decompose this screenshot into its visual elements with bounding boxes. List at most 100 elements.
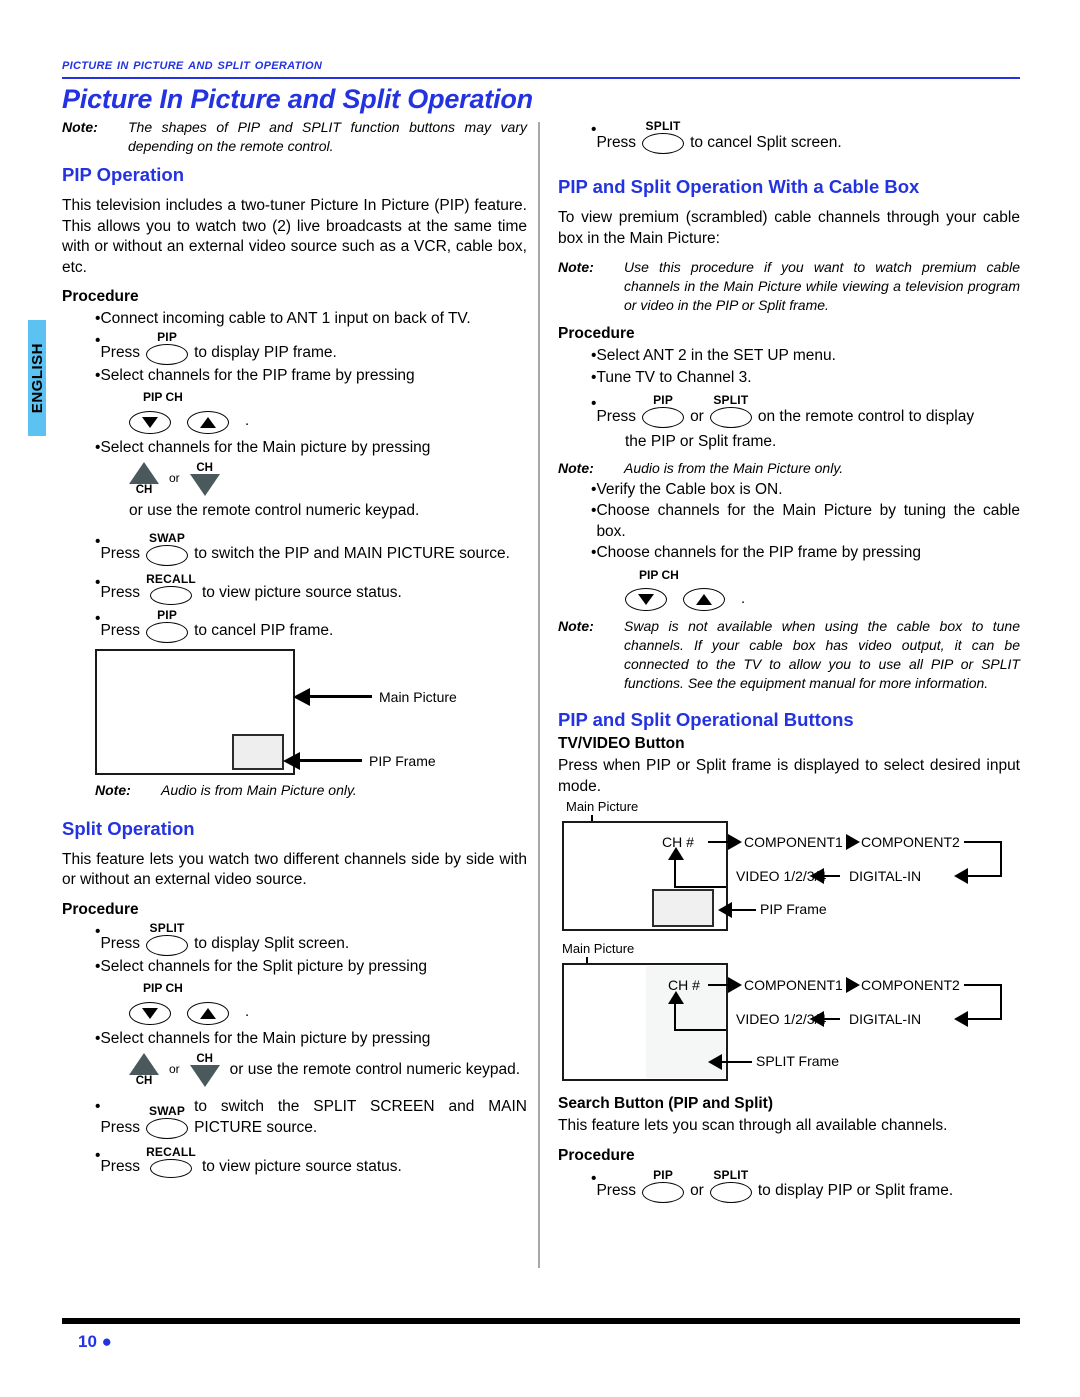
pip-procedure-steps-3: • Press SWAP to switch the PIP and MAIN … bbox=[62, 532, 527, 643]
component2-label: COMPONENT2 bbox=[861, 834, 960, 850]
heading-operational-buttons: PIP and Split Operational Buttons bbox=[558, 709, 854, 730]
split-button-icon[interactable]: SPLIT bbox=[709, 394, 752, 428]
cable-pip-ch-button-group: PIP CH . bbox=[558, 565, 1020, 611]
triangle-down-icon bbox=[638, 594, 654, 605]
arrow-shaft bbox=[732, 909, 756, 912]
oval-shape bbox=[146, 621, 189, 643]
arrow-shaft bbox=[964, 841, 1002, 844]
bullet-icon: • bbox=[591, 502, 597, 519]
pip-button-caption: PIP bbox=[157, 329, 178, 344]
split-ch-triangles-group: CH or CH or use the remote control numer… bbox=[62, 1053, 527, 1087]
top-note-text: The shapes of PIP and SPLIT function but… bbox=[128, 119, 527, 154]
heading-split-operation: Split Operation bbox=[62, 817, 195, 839]
step-text: Press bbox=[100, 1118, 141, 1136]
bullet-icon: • bbox=[95, 957, 101, 975]
search-procedure-heading: Procedure bbox=[558, 1146, 635, 1164]
ch-down-button-icon[interactable]: CH bbox=[189, 1053, 220, 1087]
split-button-icon[interactable]: SPLIT bbox=[146, 922, 189, 956]
list-item: • Tune TV to Channel 3. bbox=[558, 368, 1020, 389]
pip-cancel-button-icon[interactable]: PIP bbox=[146, 607, 189, 643]
component1-label: COMPONENT1 bbox=[744, 834, 843, 850]
step-text: Choose channels for the PIP frame by pre… bbox=[596, 544, 921, 561]
step-text: Press bbox=[100, 344, 141, 361]
language-tab-english: ENGLISH bbox=[28, 320, 46, 436]
pip-button-caption: PIP bbox=[653, 393, 674, 407]
step-text-tail: to display PIP frame. bbox=[194, 344, 337, 361]
triangle-down-icon bbox=[189, 1065, 220, 1087]
step-text: Select channels for the Main picture by … bbox=[100, 438, 431, 456]
step-text-tail: to display PIP or Split frame. bbox=[757, 1182, 954, 1199]
page-folio: 10 ● bbox=[78, 1332, 112, 1352]
arrow-shaft bbox=[300, 759, 362, 762]
note-text: Audio is from Main Picture only. bbox=[161, 781, 357, 798]
split-button-caption: SPLIT bbox=[645, 119, 681, 133]
keypad-note: or use the remote control numeric keypad… bbox=[129, 502, 420, 519]
bullet-icon: • bbox=[95, 573, 101, 591]
ch-up-button-icon[interactable]: CH bbox=[129, 462, 159, 496]
ch-down-button-icon[interactable]: CH bbox=[189, 462, 220, 496]
pip-inset-box bbox=[652, 889, 714, 927]
folio-bullet-icon: ● bbox=[101, 1332, 112, 1351]
oval-shape bbox=[129, 1001, 171, 1025]
oval-shape bbox=[709, 407, 752, 428]
swap-button-icon[interactable]: SWAP bbox=[146, 532, 189, 566]
bullet-icon: • bbox=[95, 438, 101, 456]
swap-button-caption: SWAP bbox=[148, 1104, 186, 1118]
or-label: or bbox=[690, 1182, 704, 1199]
list-item: • Press SPLIT to cancel Split screen. bbox=[558, 120, 1020, 154]
step-text: Press bbox=[596, 407, 637, 425]
pip-procedure-steps: • Connect incoming cable to ANT 1 input … bbox=[62, 309, 527, 386]
arrow-shaft bbox=[674, 856, 677, 888]
pip-input-mode-diagram: Main Picture CH # COMPONENT1 COMPONENT2 … bbox=[558, 799, 1020, 935]
triangle-up-icon bbox=[129, 1053, 159, 1075]
pip-ch-down-button-icon[interactable] bbox=[625, 588, 667, 611]
list-item: • Select channels for the PIP frame by p… bbox=[62, 366, 527, 387]
pip-button-icon[interactable]: PIP bbox=[642, 393, 685, 428]
step-text: Press bbox=[596, 1182, 637, 1199]
split-button-icon[interactable]: SPLIT bbox=[709, 1169, 752, 1203]
main-picture-label: Main Picture bbox=[562, 941, 635, 956]
step-text: Press bbox=[100, 622, 141, 639]
split-procedure-heading: Procedure bbox=[62, 900, 139, 918]
list-item: • Press PIP or SPLIT to display PIP or S… bbox=[558, 1169, 1020, 1203]
document-page: Picture In Picture and Split Operation P… bbox=[0, 0, 1080, 1397]
pip-button-caption: PIP bbox=[157, 607, 178, 622]
digital-in-label: DIGITAL-IN bbox=[849, 868, 922, 884]
step-text: Select channels for the Split picture by… bbox=[100, 957, 427, 975]
pip-ch-up-button-icon[interactable] bbox=[187, 410, 229, 434]
swap-button-icon[interactable]: SWAP bbox=[146, 1104, 189, 1139]
note-label: Note: bbox=[95, 781, 131, 798]
triangle-up-icon bbox=[696, 594, 712, 605]
recall-button-caption: RECALL bbox=[146, 571, 196, 586]
pip-operation-intro: This television includes a two-tuner Pic… bbox=[62, 197, 527, 276]
pip-ch-up-button-icon[interactable] bbox=[187, 1001, 229, 1025]
oval-shape bbox=[642, 133, 685, 154]
running-head: Picture In Picture and Split Operation bbox=[62, 56, 1020, 79]
running-head-rule bbox=[62, 77, 1020, 79]
pip-button-icon[interactable]: PIP bbox=[146, 329, 189, 365]
split-operation-intro: This feature lets you watch two differen… bbox=[62, 850, 527, 889]
arrow-head-icon bbox=[668, 991, 684, 1004]
oval-shape bbox=[146, 1118, 189, 1139]
pip-audio-note: Note: Audio is from Main Picture only. bbox=[95, 781, 527, 800]
recall-button-icon[interactable]: RECALL bbox=[146, 573, 196, 605]
bullet-icon: • bbox=[95, 532, 101, 550]
pip-ch-up-button-icon[interactable] bbox=[683, 588, 725, 611]
pip-ch-down-button-icon[interactable] bbox=[129, 1001, 171, 1025]
pip-ch-down-button-icon[interactable] bbox=[129, 410, 171, 434]
recall-button-icon[interactable]: RECALL bbox=[146, 1146, 196, 1178]
bullet-icon: • bbox=[95, 922, 101, 940]
or-label: or bbox=[169, 470, 180, 485]
arrow-head-icon bbox=[293, 687, 310, 706]
split-cancel-step: • Press SPLIT to cancel Split screen. bbox=[558, 120, 1020, 154]
step-text-tail: to display Split screen. bbox=[194, 935, 350, 952]
step-text: Tune TV to Channel 3. bbox=[596, 368, 752, 386]
oval-shape bbox=[187, 1001, 229, 1025]
list-item: • Select channels for the Main picture b… bbox=[62, 438, 527, 459]
pip-button-icon[interactable]: PIP bbox=[642, 1169, 685, 1203]
ch-up-button-icon[interactable]: CH bbox=[129, 1053, 159, 1087]
note-label: Note: bbox=[558, 459, 594, 476]
split-button-icon[interactable]: SPLIT bbox=[642, 119, 685, 154]
step-text: Press bbox=[100, 545, 141, 562]
pip-tv-diagram: Main Picture PIP Frame bbox=[95, 648, 495, 777]
